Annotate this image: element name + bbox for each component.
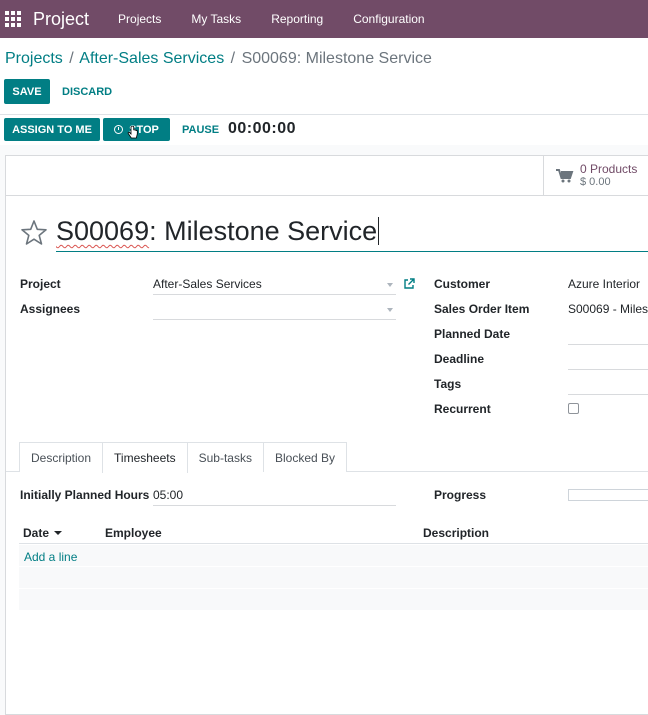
add-a-line-link[interactable]: Add a line <box>24 550 77 564</box>
task-statusbar: ASSIGN TO ME STOP PAUSE 00:00:00 <box>0 115 648 145</box>
shopping-cart-icon <box>556 169 574 183</box>
planned-hours-field[interactable]: 05:00 <box>153 488 183 502</box>
app-name[interactable]: Project <box>33 9 89 30</box>
save-button[interactable]: SAVE <box>4 79 50 104</box>
assignees-label: Assignees <box>20 302 81 316</box>
text-caret <box>378 217 380 245</box>
progress-label: Progress <box>434 488 487 502</box>
star-priority-icon[interactable] <box>20 219 48 247</box>
breadcrumb-after-sales-services[interactable]: After-Sales Services <box>79 50 224 67</box>
list-row <box>19 545 648 567</box>
column-employee[interactable]: Employee <box>105 526 162 540</box>
sales-order-item-label: Sales Order Item <box>434 302 530 316</box>
deadline-label: Deadline <box>434 352 485 366</box>
timesheet-list-header: Date Employee Description <box>19 520 648 544</box>
tab-blocked-by[interactable]: Blocked By <box>262 442 347 472</box>
tags-underline <box>568 394 648 395</box>
chevron-down-icon[interactable] <box>387 308 393 312</box>
menu-reporting[interactable]: Reporting <box>271 12 323 26</box>
task-title-prefix: S00069 <box>56 216 150 246</box>
breadcrumb-separator: / <box>230 50 236 67</box>
column-date[interactable]: Date <box>23 526 63 540</box>
tab-description[interactable]: Description <box>19 442 104 472</box>
control-panel: Projects / After-Sales Services / S00069… <box>0 38 648 115</box>
column-description[interactable]: Description <box>423 526 489 540</box>
planned-hours-underline <box>153 505 396 506</box>
breadcrumb-separator: / <box>69 50 74 67</box>
customer-field[interactable]: Azure Interior <box>568 277 640 291</box>
planned-date-label: Planned Date <box>434 327 511 341</box>
top-navbar: Project Projects My Tasks Reporting Conf… <box>0 0 648 38</box>
smart-button-box: 0 Products $ 0.00 <box>6 156 648 196</box>
project-field-underline <box>153 294 396 295</box>
assignees-field-underline <box>153 319 396 320</box>
form-sheet: 0 Products $ 0.00 S00069: Milestone Serv… <box>5 155 648 715</box>
tab-sub-tasks[interactable]: Sub-tasks <box>186 442 264 472</box>
sales-order-item-field[interactable]: S00069 - Milest <box>568 302 648 316</box>
timer-display: 00:00:00 <box>228 120 297 137</box>
customer-label: Customer <box>434 277 491 291</box>
project-field[interactable]: After-Sales Services <box>153 277 262 291</box>
tags-label: Tags <box>434 377 462 391</box>
products-smart-button[interactable]: 0 Products $ 0.00 <box>543 156 648 196</box>
chevron-down-icon[interactable] <box>387 283 393 287</box>
assign-to-me-button[interactable]: ASSIGN TO ME <box>4 118 100 141</box>
planned-date-underline <box>568 344 648 345</box>
task-title-rest: : Milestone Service <box>149 216 378 246</box>
tab-timesheets[interactable]: Timesheets <box>102 442 188 473</box>
mouse-cursor-icon <box>127 126 138 139</box>
breadcrumb-current: S00069: Milestone Service <box>241 50 432 67</box>
apps-menu-icon[interactable] <box>5 11 21 27</box>
list-row <box>19 589 648 611</box>
project-label: Project <box>20 277 61 291</box>
menu-my-tasks[interactable]: My Tasks <box>191 12 241 26</box>
products-amount: $ 0.00 <box>580 176 611 188</box>
menu-configuration[interactable]: Configuration <box>353 12 424 26</box>
discard-button[interactable]: DISCARD <box>62 79 112 104</box>
pause-timer-button[interactable]: PAUSE <box>182 118 219 141</box>
list-row <box>19 567 648 589</box>
progress-bar <box>568 489 648 501</box>
sort-down-icon <box>54 531 63 535</box>
menu-projects[interactable]: Projects <box>118 12 161 26</box>
planned-hours-label: Initially Planned Hours <box>20 488 150 502</box>
deadline-underline <box>568 369 648 370</box>
breadcrumb-projects[interactable]: Projects <box>5 50 63 67</box>
clock-icon <box>114 125 124 134</box>
recurrent-label: Recurrent <box>434 402 491 416</box>
notebook-tabs: Description Timesheets Sub-tasks Blocked… <box>19 442 347 473</box>
products-count: 0 Products <box>580 162 638 176</box>
breadcrumb: Projects / After-Sales Services / S00069… <box>5 50 432 68</box>
recurrent-checkbox[interactable] <box>568 403 579 414</box>
external-link-icon[interactable] <box>403 278 415 290</box>
task-title-input[interactable]: S00069: Milestone Service <box>56 216 648 252</box>
column-date-label: Date <box>23 526 50 540</box>
